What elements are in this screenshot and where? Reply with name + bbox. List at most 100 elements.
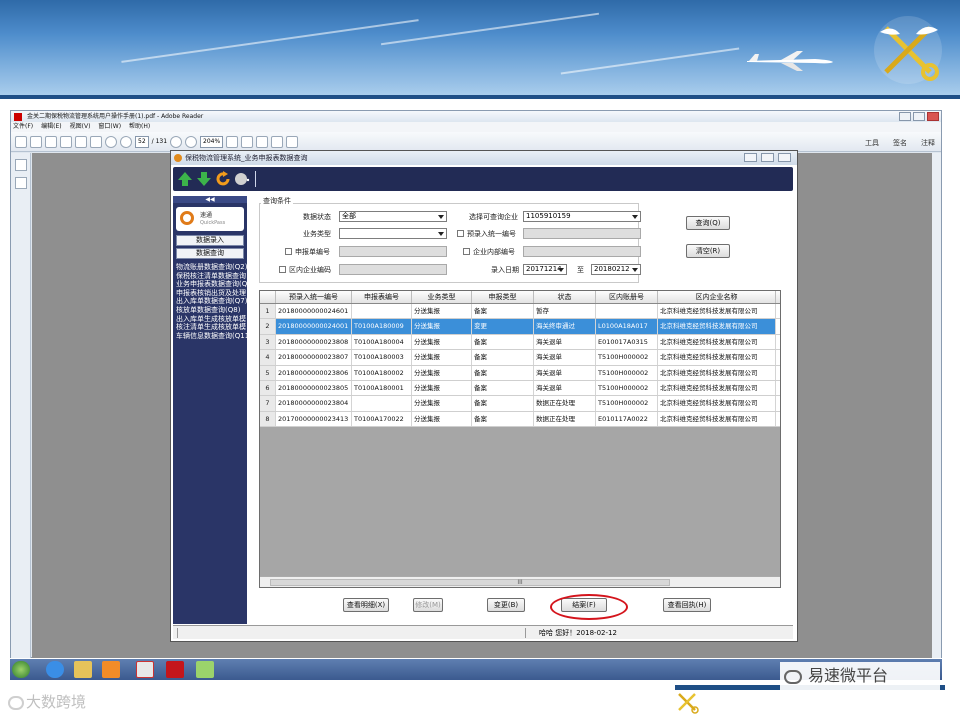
date-from-picker[interactable]: 20171214 bbox=[523, 264, 567, 275]
edit-icon[interactable] bbox=[45, 135, 57, 148]
sidebar-item[interactable]: 核放单数据查询(Q8) bbox=[176, 306, 244, 315]
refresh-icon[interactable] bbox=[215, 171, 231, 187]
ent-no-checkbox[interactable] bbox=[463, 248, 470, 255]
ent-no-input[interactable] bbox=[523, 246, 641, 257]
table-row[interactable]: 6 20180000000023805 T0100A180001 分送集报 备案 海关退单… bbox=[260, 380, 780, 397]
clear-button[interactable]: 清空(R) bbox=[686, 244, 730, 258]
email-icon[interactable] bbox=[90, 135, 102, 148]
acrobat-icon[interactable] bbox=[166, 661, 184, 678]
table-row[interactable]: 3 20180000000023808 T0100A180004 分送集报 备案 海关退单… bbox=[260, 334, 780, 351]
vertical-scrollbar[interactable] bbox=[932, 153, 941, 658]
menu-window[interactable]: 窗口(W) bbox=[98, 122, 121, 132]
open-icon[interactable] bbox=[30, 135, 42, 148]
table-cell: 海关终审通过 bbox=[534, 319, 596, 334]
date-to-picker[interactable]: 20180212 bbox=[591, 264, 641, 275]
column-header[interactable]: 申报表编号 bbox=[352, 291, 412, 303]
options-icon[interactable] bbox=[234, 171, 250, 187]
column-header[interactable]: 预录入统一编号 bbox=[276, 291, 352, 303]
decl-no-input[interactable] bbox=[339, 246, 447, 257]
view-receipt-button[interactable]: 查看回执(H) bbox=[663, 598, 711, 612]
zoom-in-icon[interactable] bbox=[185, 135, 198, 148]
change-button[interactable]: 变更(B) bbox=[487, 598, 525, 612]
decl-no-checkbox[interactable] bbox=[285, 248, 292, 255]
status-select[interactable]: 全部 bbox=[339, 211, 447, 222]
table-row[interactable]: 7 20180000000023804 分送集报 备案 数据正在处理 T5100H0000… bbox=[260, 396, 780, 412]
create-icon[interactable] bbox=[15, 135, 27, 148]
menu-help[interactable]: 帮助(H) bbox=[129, 122, 150, 132]
menu-file[interactable]: 文件(F) bbox=[13, 122, 33, 132]
zone-code-input[interactable] bbox=[339, 264, 447, 275]
minimize-button[interactable] bbox=[899, 112, 911, 121]
browser-icon[interactable] bbox=[46, 661, 64, 678]
view-detail-button[interactable]: 查看明细(X) bbox=[343, 598, 389, 612]
print-icon[interactable] bbox=[75, 135, 87, 148]
sidebar-item[interactable]: 业务申报表数据查询(Q bbox=[176, 280, 247, 289]
sign-link[interactable]: 签名 bbox=[893, 138, 907, 148]
horizontal-scrollbar[interactable]: III bbox=[260, 576, 780, 587]
app-taskbar-icon[interactable] bbox=[196, 661, 214, 678]
column-header[interactable]: 状态 bbox=[534, 291, 596, 303]
arrow-up-icon[interactable] bbox=[177, 171, 193, 187]
comment-link[interactable]: 注释 bbox=[921, 138, 935, 148]
office-icon[interactable] bbox=[136, 661, 154, 678]
folder-icon[interactable] bbox=[74, 661, 92, 678]
sidebar-item[interactable]: 保税核注清单数据查询 bbox=[176, 272, 246, 281]
app-title-bar: 保税物流管理系统_业务申报表数据查询 bbox=[171, 151, 797, 165]
ent-no-label: 企业内部编号 bbox=[473, 248, 515, 256]
table-row[interactable]: 8 20170000000023413 T0100A170022 分送集报 备案 数据正在… bbox=[260, 411, 780, 428]
media-player-icon[interactable] bbox=[102, 661, 120, 678]
attachments-icon[interactable] bbox=[15, 177, 27, 189]
sidebar-item[interactable]: 车辆信息数据查询(Q11 bbox=[176, 332, 247, 341]
maximize-button[interactable] bbox=[913, 112, 925, 121]
page-number-input[interactable]: 52 bbox=[135, 135, 149, 148]
scroll-thumb[interactable] bbox=[270, 579, 670, 586]
table-row[interactable]: 1 20180000000024601 分送集报 备案 暂存 北京科维克经贸科技发展有限公… bbox=[260, 304, 780, 320]
menu-view[interactable]: 视图(V) bbox=[70, 122, 91, 132]
sidebar-item[interactable]: 出入库单数据查询(Q7) bbox=[176, 297, 247, 306]
reader-right-tools: 工具 签名 注释 bbox=[865, 138, 935, 148]
save-icon[interactable] bbox=[60, 135, 72, 148]
app-restore-button[interactable] bbox=[761, 153, 774, 162]
sidebar-item[interactable]: 出入库单生成核放单模 bbox=[176, 315, 246, 324]
pages-panel-icon[interactable] bbox=[15, 159, 27, 171]
zoom-select[interactable]: 204% bbox=[200, 135, 224, 148]
pre-no-checkbox[interactable] bbox=[457, 230, 464, 237]
sidebar-item[interactable]: 物流账册数据查询(Q2) bbox=[176, 263, 247, 272]
highlight-icon[interactable] bbox=[271, 135, 284, 148]
app-minimize-button[interactable] bbox=[744, 153, 757, 162]
collapse-button[interactable]: ◀◀ bbox=[173, 196, 247, 203]
data-entry-button[interactable]: 数据录入 bbox=[176, 235, 244, 246]
table-cell: T0100A180003 bbox=[352, 350, 412, 365]
tools-link[interactable]: 工具 bbox=[865, 138, 879, 148]
table-row[interactable]: 5 20180000000023806 T0100A180002 分送集报 备案 海关退单… bbox=[260, 365, 780, 381]
status-value: 全部 bbox=[342, 212, 356, 220]
biz-type-select[interactable] bbox=[339, 228, 447, 239]
zoom-out-icon[interactable] bbox=[170, 135, 183, 148]
table-cell: 北京科维克经贸科技发展有限公司 bbox=[658, 365, 776, 380]
table-row[interactable]: 2 20180000000024001 T0100A180009 分送集报 变更 海关终审… bbox=[260, 319, 780, 335]
column-header[interactable]: 申报类型 bbox=[472, 291, 534, 303]
start-button-icon[interactable] bbox=[12, 661, 30, 678]
sidebar-item[interactable]: 核注清单生成核放单模 bbox=[176, 323, 246, 332]
column-header[interactable]: 业务类型 bbox=[412, 291, 472, 303]
sidebar-menu: 物流账册数据查询(Q2) 保税核注清单数据查询 业务申报表数据查询(Q 申报表核… bbox=[173, 261, 247, 342]
query-button[interactable]: 查询(Q) bbox=[686, 216, 730, 230]
table-row[interactable]: 4 20180000000023807 T0100A180003 分送集报 备案 海关退单… bbox=[260, 350, 780, 366]
zone-code-checkbox[interactable] bbox=[279, 266, 286, 273]
comment-icon[interactable] bbox=[256, 135, 269, 148]
column-header[interactable]: 区内企业名称 bbox=[658, 291, 776, 303]
fit-page-icon[interactable] bbox=[226, 135, 239, 148]
page-up-icon[interactable] bbox=[105, 135, 117, 148]
column-header[interactable]: 区内账册号 bbox=[596, 291, 658, 303]
menu-edit[interactable]: 编辑(E) bbox=[41, 122, 61, 132]
close-button[interactable] bbox=[927, 112, 939, 121]
page-down-icon[interactable] bbox=[120, 135, 132, 148]
sign-icon[interactable] bbox=[286, 135, 299, 148]
app-close-button[interactable] bbox=[778, 153, 791, 162]
pre-no-input[interactable] bbox=[523, 228, 641, 239]
company-select[interactable]: 1105910159 bbox=[523, 211, 641, 222]
fit-width-icon[interactable] bbox=[241, 135, 254, 148]
data-query-button[interactable]: 数据查询 bbox=[176, 248, 244, 259]
arrow-down-icon[interactable] bbox=[196, 171, 212, 187]
modify-button[interactable]: 修改(M) bbox=[413, 598, 443, 612]
